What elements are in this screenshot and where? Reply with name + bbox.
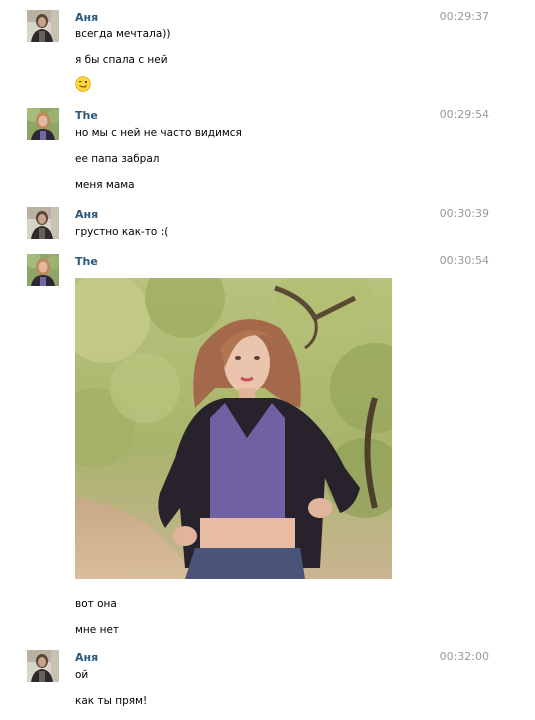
avatar[interactable] bbox=[27, 254, 59, 286]
author-name[interactable]: Аня bbox=[75, 651, 98, 664]
author-name[interactable]: The bbox=[75, 255, 98, 268]
message-timestamp[interactable]: 00:29:37 bbox=[440, 10, 489, 23]
message-text: грустно как-то :( bbox=[75, 226, 169, 238]
message-text: но мы с ней не часто видимся bbox=[75, 127, 242, 139]
message-text: ой bbox=[75, 669, 89, 681]
avatar[interactable] bbox=[27, 650, 59, 682]
avatar[interactable] bbox=[27, 108, 59, 140]
author-name[interactable]: Аня bbox=[75, 208, 98, 221]
author-name[interactable]: Аня bbox=[75, 11, 98, 24]
winking-tongue-emoji-icon bbox=[75, 76, 91, 92]
author-name[interactable]: The bbox=[75, 109, 98, 122]
message-timestamp[interactable]: 00:29:54 bbox=[440, 108, 489, 121]
message-text: меня мама bbox=[75, 179, 135, 191]
message-timestamp[interactable]: 00:32:00 bbox=[440, 650, 489, 663]
message-timestamp[interactable]: 00:30:39 bbox=[440, 207, 489, 220]
message-text: я бы спала с ней bbox=[75, 54, 168, 66]
message-text: как ты прям! bbox=[75, 695, 148, 707]
avatar[interactable] bbox=[27, 207, 59, 239]
message-text: всегда мечтала)) bbox=[75, 28, 171, 40]
photo-attachment[interactable] bbox=[75, 278, 392, 579]
message-timestamp[interactable]: 00:30:54 bbox=[440, 254, 489, 267]
message-text: вот она bbox=[75, 598, 117, 610]
avatar[interactable] bbox=[27, 10, 59, 42]
message-text: ее папа забрал bbox=[75, 153, 160, 165]
message-text: мне нет bbox=[75, 624, 120, 636]
